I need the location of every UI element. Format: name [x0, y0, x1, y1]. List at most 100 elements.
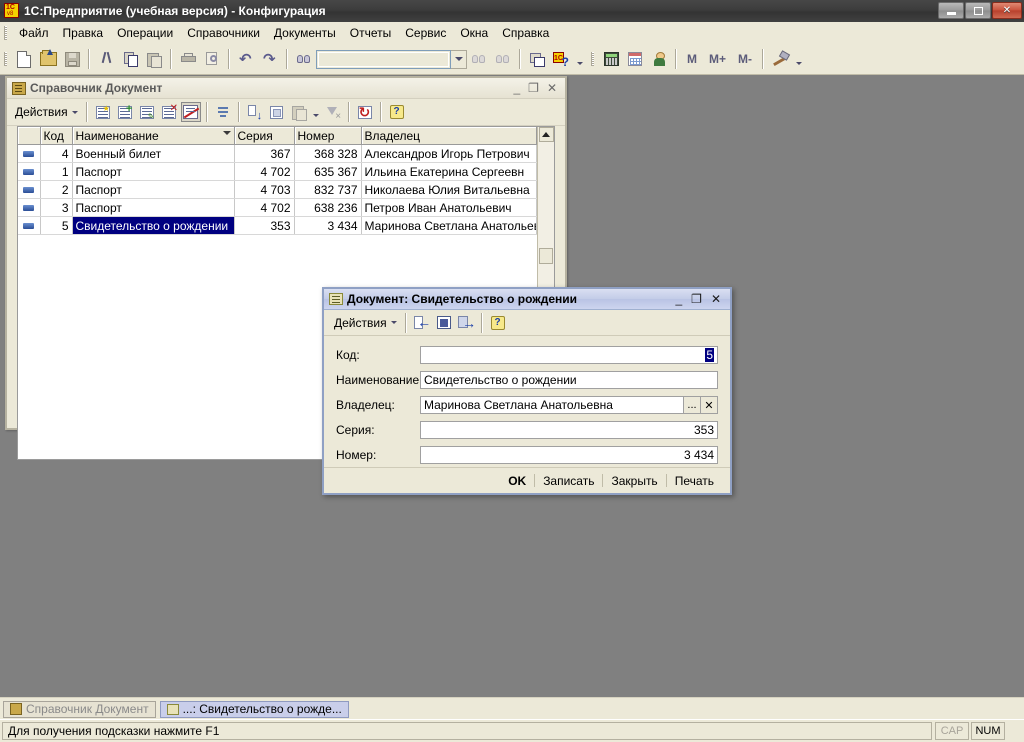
window-title: 1С:Предприятие (учебная версия) - Конфиг… — [24, 4, 326, 18]
dialog-maximize-button[interactable]: ❐ — [691, 292, 702, 306]
search-combo[interactable] — [316, 50, 451, 69]
scrollbar-thumb[interactable] — [539, 248, 553, 264]
sort-icon[interactable] — [245, 102, 265, 122]
column-header-name[interactable]: Наименование — [72, 127, 234, 145]
toolbar-gripper-2[interactable] — [589, 51, 596, 67]
memory-recall-button[interactable]: M — [681, 52, 703, 66]
owner-pick-button[interactable]: ... — [684, 396, 701, 414]
toolbar-overflow-chevron-down-icon[interactable] — [574, 48, 586, 70]
menu-operations[interactable]: Операции — [110, 24, 180, 42]
code-field[interactable]: 5 — [420, 346, 718, 364]
print-preview-icon[interactable] — [201, 48, 223, 70]
cut-icon[interactable] — [95, 48, 117, 70]
refresh-icon[interactable] — [355, 102, 375, 122]
restore-button[interactable] — [965, 2, 991, 19]
memory-plus-button[interactable]: M+ — [703, 52, 732, 66]
cell-series: 367 — [234, 145, 294, 163]
taskbar-item-document[interactable]: ...: Свидетельство о рожде... — [160, 701, 349, 718]
dialog-actions-button[interactable]: Действия — [330, 314, 401, 332]
menu-gripper[interactable] — [2, 25, 9, 41]
print-form-icon[interactable] — [434, 313, 454, 333]
minimize-button[interactable] — [938, 2, 964, 19]
menu-reports[interactable]: Отчеты — [343, 24, 398, 42]
set-hierarchy-icon[interactable] — [213, 102, 233, 122]
copy-icon[interactable] — [119, 48, 141, 70]
tools-chevron-down-icon[interactable] — [793, 48, 805, 70]
table-row[interactable]: 3 Паспорт 4 702 638 236 Петров Иван Анат… — [18, 199, 537, 217]
new-icon[interactable] — [13, 48, 35, 70]
owner-field[interactable]: Маринова Светлана Анатольевна — [420, 396, 684, 414]
catalog-close-button[interactable]: ✕ — [547, 82, 557, 94]
calendar-icon[interactable] — [624, 48, 646, 70]
number-field[interactable]: 3 434 — [420, 446, 718, 464]
table-row[interactable]: 4 Военный билет 367 368 328 Александров … — [18, 145, 537, 163]
menu-service[interactable]: Сервис — [398, 24, 453, 42]
help-icon[interactable]: ? — [488, 313, 508, 333]
delete-mark-icon[interactable]: ✕ — [159, 102, 179, 122]
table-row[interactable]: 2 Паспорт 4 703 832 737 Николаева Юлия В… — [18, 181, 537, 199]
column-header-mark[interactable] — [18, 127, 40, 145]
undo-icon[interactable]: ↶ — [235, 48, 257, 70]
menu-file[interactable]: Файл — [12, 24, 56, 42]
scroll-up-icon[interactable] — [539, 127, 554, 142]
catalog-actions-button[interactable]: Действия — [11, 103, 82, 121]
add-group-icon[interactable]: + — [115, 102, 135, 122]
menu-catalogs[interactable]: Справочники — [180, 24, 267, 42]
find-icon[interactable] — [293, 48, 315, 70]
add-item-icon[interactable]: ★ — [93, 102, 113, 122]
search-input[interactable] — [318, 52, 449, 67]
paste-icon[interactable] — [143, 48, 165, 70]
user-icon[interactable] — [648, 48, 670, 70]
go-to-icon[interactable] — [412, 313, 432, 333]
1c-help-icon[interactable] — [550, 48, 572, 70]
catalog-maximize-button[interactable]: ❐ — [528, 82, 539, 94]
menu-edit[interactable]: Правка — [56, 24, 111, 42]
resize-grip-icon[interactable] — [1006, 723, 1022, 739]
dialog-close-button[interactable]: ✕ — [711, 292, 721, 306]
taskbar-item-catalog[interactable]: Справочник Документ — [3, 701, 156, 718]
owner-clear-button[interactable]: ✕ — [701, 396, 718, 414]
windows-icon[interactable] — [526, 48, 548, 70]
find-prev-icon[interactable] — [492, 48, 514, 70]
close-button[interactable]: ✕ — [992, 2, 1022, 19]
redo-icon[interactable]: ↷ — [259, 48, 281, 70]
catalog-minimize-button[interactable]: _ — [513, 82, 520, 94]
menu-documents[interactable]: Документы — [267, 24, 343, 42]
series-field[interactable]: 353 — [420, 421, 718, 439]
delete-direct-icon[interactable] — [181, 102, 201, 122]
find-next-icon[interactable] — [468, 48, 490, 70]
print-button[interactable]: Печать — [667, 472, 722, 490]
column-header-code[interactable]: Код — [40, 127, 72, 145]
open-folder-icon[interactable] — [37, 48, 59, 70]
select-group-icon[interactable] — [289, 102, 309, 122]
history-icon[interactable] — [267, 102, 287, 122]
toolbar-separator — [228, 49, 230, 69]
save-icon[interactable] — [61, 48, 83, 70]
table-header-row: Код Наименование Серия Номер Владелец — [18, 127, 537, 145]
help-icon[interactable]: ? — [387, 102, 407, 122]
menu-windows[interactable]: Окна — [453, 24, 495, 42]
print-icon[interactable] — [177, 48, 199, 70]
calculator-icon[interactable] — [600, 48, 622, 70]
write-button[interactable]: Записать — [535, 472, 602, 490]
column-header-owner[interactable]: Владелец — [361, 127, 537, 145]
close-dialog-button[interactable]: Закрыть — [603, 472, 665, 490]
select-group-chevron-down-icon[interactable] — [311, 102, 321, 122]
dialog-minimize-button[interactable]: _ — [675, 292, 682, 306]
table-row-selected[interactable]: 5 Свидетельство о рождении 353 3 434 Мар… — [18, 217, 537, 235]
copy-item-icon[interactable]: ✎ — [137, 102, 157, 122]
column-header-number[interactable]: Номер — [294, 127, 361, 145]
table-row[interactable]: 1 Паспорт 4 702 635 367 Ильина Екатерина… — [18, 163, 537, 181]
search-combo-arrow-icon[interactable] — [451, 50, 467, 69]
taskbar-item-catalog-label: Справочник Документ — [26, 702, 149, 716]
move-icon[interactable] — [456, 313, 476, 333]
tools-icon[interactable] — [769, 48, 791, 70]
menu-help[interactable]: Справка — [495, 24, 556, 42]
filter-off-icon[interactable] — [323, 102, 343, 122]
catalog-toolbar-separator-3 — [238, 102, 240, 122]
toolbar-gripper[interactable] — [2, 51, 9, 67]
ok-button[interactable]: OK — [500, 472, 534, 490]
name-field[interactable]: Свидетельство о рождении — [420, 371, 718, 389]
memory-minus-button[interactable]: M- — [732, 52, 758, 66]
column-header-series[interactable]: Серия — [234, 127, 294, 145]
